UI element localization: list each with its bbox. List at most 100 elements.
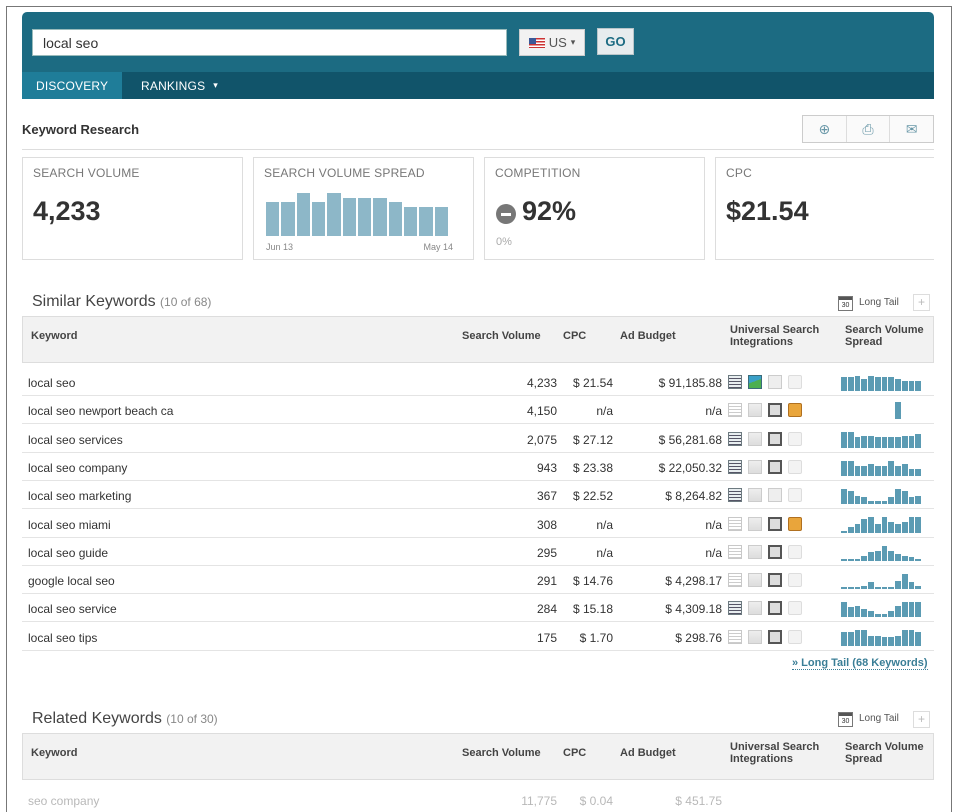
col-keyword[interactable]: Keyword bbox=[31, 747, 77, 759]
spread-bar bbox=[874, 500, 881, 505]
spread-sparkline bbox=[841, 516, 921, 533]
tab-rankings[interactable]: RANKINGS ▾ bbox=[127, 72, 232, 99]
local-icon bbox=[788, 403, 802, 418]
table-row[interactable]: local seo services 2,075 $ 27.12 $ 56,281.6… bbox=[22, 425, 934, 453]
budget-cell: $ 22,050.32 bbox=[658, 460, 722, 475]
spread-bar bbox=[915, 469, 921, 476]
news-icon bbox=[728, 403, 742, 418]
keyword-cell[interactable]: local seo marketing bbox=[28, 489, 131, 503]
volume-cell: 175 bbox=[536, 630, 557, 645]
col-keyword[interactable]: Keyword bbox=[31, 330, 77, 342]
spread-bar bbox=[895, 437, 901, 448]
keyword-cell[interactable]: local seo tips bbox=[28, 631, 97, 645]
table-row[interactable]: google local seo 291 $ 14.76 $ 4,298.17 bbox=[22, 566, 934, 595]
table-row[interactable]: local seo company 943 $ 23.38 $ 22,050.32 bbox=[22, 453, 934, 481]
col-cpc[interactable]: CPC bbox=[563, 747, 586, 759]
spread-bar bbox=[915, 559, 921, 561]
spread-bar bbox=[847, 559, 854, 561]
similar-keywords-count: (10 of 68) bbox=[160, 295, 212, 309]
competition-card: COMPETITION 92% 0% bbox=[484, 157, 705, 260]
spread-bar bbox=[915, 585, 921, 590]
keyword-cell[interactable]: google local seo bbox=[28, 574, 115, 588]
search-input[interactable] bbox=[32, 29, 507, 56]
spread-bar bbox=[841, 460, 847, 476]
keyword-cell[interactable]: local seo miami bbox=[28, 518, 111, 532]
video-icon bbox=[768, 516, 782, 531]
long-tail-link[interactable]: » Long Tail (68 Keywords) bbox=[792, 657, 928, 670]
go-button[interactable]: GO bbox=[597, 28, 634, 55]
col-usi: Universal Search Integrations bbox=[730, 741, 820, 765]
budget-cell: n/a bbox=[705, 545, 722, 560]
spread-bar bbox=[888, 497, 894, 505]
table-row[interactable]: local seo 4,233 $ 21.54 $ 91,185.88 bbox=[22, 368, 934, 396]
news-icon bbox=[728, 629, 742, 644]
usi-icons bbox=[728, 629, 802, 644]
long-tail-toggle[interactable]: Long Tail bbox=[859, 297, 899, 308]
col-ad-budget[interactable]: Ad Budget bbox=[620, 330, 676, 342]
minus-circle-icon bbox=[496, 204, 516, 224]
spread-bar bbox=[841, 587, 847, 590]
image-icon bbox=[748, 629, 762, 644]
spread-bar bbox=[296, 193, 310, 236]
spread-bar bbox=[895, 580, 901, 590]
table-row[interactable]: local seo miami 308 n/a n/a bbox=[22, 510, 934, 538]
keyword-cell[interactable]: local seo company bbox=[28, 461, 127, 475]
spread-bar bbox=[881, 637, 888, 646]
usi-icons bbox=[728, 544, 802, 559]
usi-icons bbox=[728, 488, 802, 503]
add-button[interactable]: + bbox=[913, 294, 930, 311]
col-search-volume[interactable]: Search Volume bbox=[462, 747, 541, 759]
keyword-cell[interactable]: local seo guide bbox=[28, 546, 108, 560]
email-icon[interactable]: ✉ bbox=[890, 116, 933, 142]
keyword-cell[interactable]: local seo service bbox=[28, 602, 117, 616]
spread-bar bbox=[881, 437, 888, 448]
add-button[interactable]: + bbox=[913, 711, 930, 728]
spread-bar bbox=[908, 630, 915, 646]
spread-bar bbox=[868, 464, 874, 476]
country-select[interactable]: US ▾ bbox=[519, 29, 585, 56]
table-row[interactable]: seo company 11,775 $ 0.04 $ 451.75 bbox=[22, 786, 934, 812]
keyword-cell[interactable]: local seo bbox=[28, 376, 75, 390]
col-cpc[interactable]: CPC bbox=[563, 330, 586, 342]
search-header: US ▾ GO DISCOVERY RANKINGS ▾ bbox=[22, 12, 934, 99]
spread-start-date: Jun 13 bbox=[266, 242, 294, 252]
keyword-cell[interactable]: local seo services bbox=[28, 433, 123, 447]
long-tail-toggle[interactable]: Long Tail bbox=[859, 713, 899, 724]
pdf-icon[interactable]: ⎙ bbox=[847, 116, 891, 142]
spread-bar bbox=[881, 465, 888, 476]
spread-bar bbox=[895, 524, 901, 533]
budget-cell: $ 8,264.82 bbox=[665, 489, 722, 504]
calendar-icon[interactable]: 30 bbox=[838, 712, 853, 727]
spread-bar bbox=[357, 197, 372, 236]
cpc-cell: $ 22.52 bbox=[572, 489, 613, 504]
spread-bar bbox=[874, 550, 881, 561]
keyword-cell[interactable]: seo company bbox=[28, 794, 99, 808]
news-icon bbox=[728, 544, 742, 559]
table-row[interactable]: local seo marketing 367 $ 22.52 $ 8,264.82 bbox=[22, 481, 934, 510]
keyword-cell[interactable]: local seo newport beach ca bbox=[28, 404, 173, 418]
image-icon bbox=[748, 488, 762, 503]
table-row[interactable]: local seo guide 295 n/a n/a bbox=[22, 538, 934, 566]
spread-bar bbox=[434, 206, 448, 236]
cpc-cell: $ 14.76 bbox=[572, 574, 613, 589]
cpc-value: $21.54 bbox=[726, 196, 809, 226]
local-icon bbox=[788, 573, 802, 588]
spread-bar bbox=[861, 497, 867, 505]
col-ad-budget[interactable]: Ad Budget bbox=[620, 747, 676, 759]
tab-discovery[interactable]: DISCOVERY bbox=[22, 72, 123, 99]
table-row[interactable]: local seo service 284 $ 15.18 $ 4,309.18 bbox=[22, 594, 934, 623]
spread-bar bbox=[874, 437, 881, 448]
table-row[interactable]: local seo tips 175 $ 1.70 $ 298.76 bbox=[22, 623, 934, 651]
spread-bar bbox=[847, 587, 854, 590]
spread-bar bbox=[895, 554, 901, 561]
calendar-icon[interactable]: 30 bbox=[838, 296, 853, 311]
cpc-cell: n/a bbox=[596, 545, 613, 560]
spread-bar bbox=[841, 632, 847, 646]
col-spread: Search Volume Spread bbox=[845, 741, 924, 765]
news-icon bbox=[728, 601, 742, 616]
col-search-volume[interactable]: Search Volume bbox=[462, 330, 541, 342]
add-icon[interactable]: ⊕ bbox=[803, 116, 847, 142]
spread-bar bbox=[881, 614, 888, 618]
news-icon bbox=[728, 431, 742, 446]
table-row[interactable]: local seo newport beach ca 4,150 n/a n/a bbox=[22, 396, 934, 425]
